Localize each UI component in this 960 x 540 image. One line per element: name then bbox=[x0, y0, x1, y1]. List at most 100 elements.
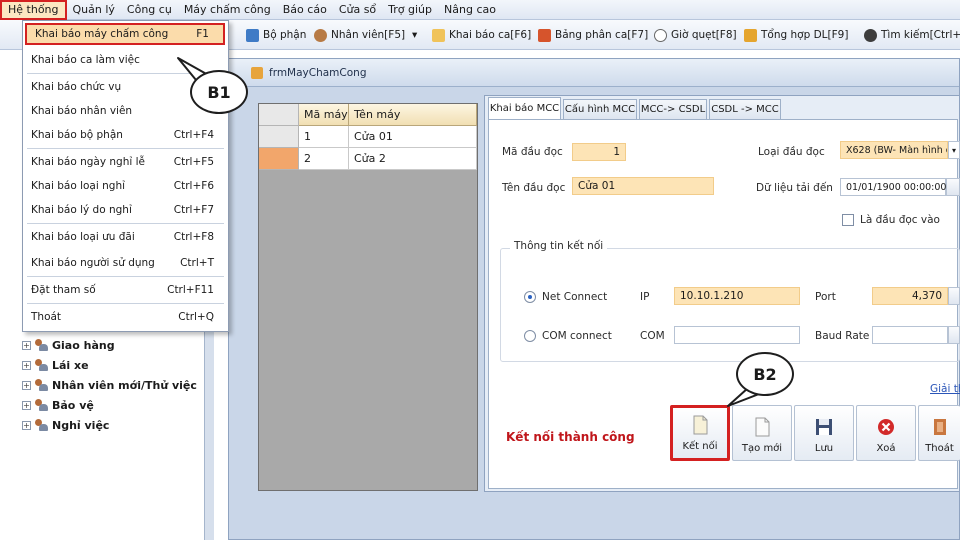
grid-cell-ten-may[interactable]: Cửa 2 bbox=[349, 148, 477, 170]
ten-dau-doc-label: Tên đầu đọc bbox=[502, 182, 566, 194]
search-icon bbox=[864, 28, 877, 42]
menu-nang-cao[interactable]: Nâng cao bbox=[438, 0, 502, 20]
menu-item-khai-bao-ca-lam-viec[interactable]: Khai báo ca làm việc bbox=[23, 49, 228, 71]
delete-button[interactable]: Xoá bbox=[856, 405, 916, 461]
toolbar-label: Bảng phân ca[F7] bbox=[555, 29, 649, 41]
device-grid: Mã máy Tên máy 1 Cửa 01 2 Cửa 2 bbox=[258, 103, 478, 491]
menu-item-khai-bao-ly-do-nghi[interactable]: Khai báo lý do nghỉ Ctrl+F7 bbox=[23, 199, 228, 221]
menu-item-khai-bao-ngay-nghi-le[interactable]: Khai báo ngày nghỉ lễ Ctrl+F5 bbox=[23, 151, 228, 173]
tree-item-nhan-vien-moi[interactable]: + Nhân viên mới/Thử việc bbox=[22, 376, 197, 394]
menu-item-shortcut: Ctrl+F7 bbox=[173, 204, 214, 216]
expand-icon[interactable]: + bbox=[22, 380, 31, 390]
ten-dau-doc-input[interactable]: Cửa 01 bbox=[572, 177, 714, 195]
tab-mcc-csdl[interactable]: MCC-> CSDL bbox=[639, 99, 707, 119]
net-connect-radio[interactable] bbox=[524, 291, 536, 303]
menu-item-shortcut: Ctrl+F5 bbox=[173, 156, 214, 168]
toolbar-nhan-vien-button[interactable]: Nhân viên[F5] bbox=[314, 26, 405, 44]
menu-item-khai-bao-bo-phan[interactable]: Khai báo bộ phận Ctrl+F4 bbox=[23, 124, 228, 146]
menu-item-thoat[interactable]: Thoát Ctrl+Q bbox=[23, 306, 228, 328]
expand-icon[interactable]: + bbox=[22, 400, 31, 410]
tab-cau-hinh-mcc[interactable]: Cấu hình MCC bbox=[563, 99, 637, 119]
row-indicator[interactable] bbox=[259, 126, 299, 148]
grid-corner bbox=[259, 104, 299, 126]
port-input[interactable]: 4,370 bbox=[872, 287, 948, 305]
menu-item-shortcut: Ctrl+F8 bbox=[173, 231, 214, 243]
connection-groupbox bbox=[500, 248, 960, 362]
ip-label: IP bbox=[640, 291, 650, 303]
group-icon bbox=[34, 339, 48, 351]
toolbar-khai-bao-ca-button[interactable]: Khai báo ca[F6] bbox=[432, 26, 531, 44]
menu-item-shortcut: Ctrl+Q bbox=[178, 311, 214, 323]
ma-dau-doc-label: Mã đầu đọc bbox=[502, 146, 563, 158]
menu-item-khai-bao-loai-nghi[interactable]: Khai báo loại nghỉ Ctrl+F6 bbox=[23, 175, 228, 197]
la-dau-doc-vao-checkbox[interactable] bbox=[842, 214, 854, 226]
com-input[interactable] bbox=[674, 326, 800, 344]
menu-tro-giup[interactable]: Trợ giúp bbox=[382, 0, 438, 20]
menu-quan-ly[interactable]: Quản lý bbox=[67, 0, 121, 20]
grid-cell-ma-may[interactable]: 1 bbox=[299, 126, 349, 148]
save-button[interactable]: Lưu bbox=[794, 405, 854, 461]
panel-splitter[interactable] bbox=[204, 310, 214, 540]
menu-item-khai-bao-loai-uu-dai[interactable]: Khai báo loại ưu đãi Ctrl+F8 bbox=[23, 226, 228, 248]
menu-may-cham-cong[interactable]: Máy chấm công bbox=[178, 0, 277, 20]
tree-item-lai-xe[interactable]: + Lái xe bbox=[22, 356, 89, 374]
menu-separator bbox=[27, 148, 224, 149]
date-spin-button[interactable] bbox=[946, 178, 960, 196]
loai-dau-doc-label: Loại đầu đọc bbox=[758, 146, 825, 158]
port-label: Port bbox=[815, 291, 836, 303]
menu-item-label: Khai báo người sử dụng bbox=[31, 257, 155, 269]
grid-cell-ten-may[interactable]: Cửa 01 bbox=[349, 126, 477, 148]
tree-item-bao-ve[interactable]: + Bảo vệ bbox=[22, 396, 94, 414]
expand-icon[interactable]: + bbox=[22, 420, 31, 430]
loai-dau-doc-select[interactable]: X628 (BW- Màn hình đ bbox=[840, 141, 948, 159]
du-lieu-tai-den-label: Dữ liệu tải đến bbox=[756, 182, 833, 194]
callout-b1: B1 bbox=[190, 70, 248, 114]
menu-item-khai-bao-nguoi-su-dung[interactable]: Khai báo người sử dụng Ctrl+T bbox=[23, 252, 228, 274]
row-indicator-selected[interactable] bbox=[259, 148, 299, 170]
toolbar-label: Tìm kiếm[Ctrl+ bbox=[881, 29, 960, 41]
menu-bao-cao[interactable]: Báo cáo bbox=[277, 0, 333, 20]
port-spin-button[interactable] bbox=[948, 287, 960, 305]
tree-item-label: Nghỉ việc bbox=[52, 418, 110, 432]
tree-item-label: Giao hàng bbox=[52, 338, 115, 352]
tree-item-giao-hang[interactable]: + Giao hàng bbox=[22, 336, 115, 354]
toolbar-bang-phan-ca-button[interactable]: Bảng phân ca[F7] bbox=[538, 26, 648, 44]
menu-item-dat-tham-so[interactable]: Đặt tham số Ctrl+F11 bbox=[23, 279, 228, 301]
toolbar-tim-kiem-button[interactable]: Tìm kiếm[Ctrl+ bbox=[864, 26, 960, 44]
toolbar-bo-phan-button[interactable]: Bộ phận bbox=[246, 26, 306, 44]
grid-header-ma-may[interactable]: Mã máy bbox=[299, 104, 349, 126]
tab-csdl-mcc[interactable]: CSDL -> MCC bbox=[709, 99, 781, 119]
menu-item-label: Khai báo ca làm việc bbox=[31, 54, 140, 66]
menu-separator bbox=[27, 73, 224, 74]
menu-item-label: Đặt tham số bbox=[31, 284, 96, 296]
ma-dau-doc-input[interactable]: 1 bbox=[572, 143, 626, 161]
ip-input[interactable]: 10.10.1.210 bbox=[674, 287, 800, 305]
menu-he-thong[interactable]: Hệ thống bbox=[0, 0, 67, 20]
new-button[interactable]: Tạo mới bbox=[732, 405, 792, 461]
tree-item-nghi-viec[interactable]: + Nghỉ việc bbox=[22, 416, 109, 434]
menu-item-khai-bao-may-cham-cong[interactable]: Khai báo máy chấm công F1 bbox=[25, 23, 225, 45]
expand-icon[interactable]: + bbox=[22, 340, 31, 350]
toolbar-gio-quet-button[interactable]: Giờ quẹt[F8] bbox=[654, 26, 737, 44]
chevron-down-icon: ▾ bbox=[412, 29, 418, 41]
group-icon bbox=[34, 399, 48, 411]
grid-header-ten-may[interactable]: Tên máy bbox=[349, 104, 477, 126]
grid-cell-ma-may[interactable]: 2 bbox=[299, 148, 349, 170]
menu-cua-so[interactable]: Cửa sổ bbox=[333, 0, 382, 20]
baud-spin-button[interactable] bbox=[948, 326, 960, 344]
expand-icon[interactable]: + bbox=[22, 360, 31, 370]
group-icon bbox=[34, 359, 48, 371]
exit-button[interactable]: Thoát bbox=[918, 405, 960, 461]
toolbar-dropdown-arrow[interactable]: ▾ bbox=[412, 26, 417, 44]
tab-khai-bao-mcc[interactable]: Khai báo MCC bbox=[488, 97, 561, 119]
toolbar-label: Tổng hợp DL[F9] bbox=[761, 29, 849, 41]
net-connect-label: Net Connect bbox=[542, 291, 608, 303]
du-lieu-tai-den-input[interactable]: 01/01/1900 00:00:00 bbox=[840, 178, 946, 196]
giai-thich-link[interactable]: Giải th bbox=[930, 383, 960, 395]
menu-cong-cu[interactable]: Công cụ bbox=[121, 0, 178, 20]
com-connect-radio[interactable] bbox=[524, 330, 536, 342]
connect-button[interactable]: Kết nối bbox=[670, 405, 730, 461]
chevron-down-icon[interactable]: ▾ bbox=[948, 141, 960, 159]
baud-rate-input[interactable] bbox=[872, 326, 948, 344]
toolbar-tong-hop-button[interactable]: Tổng hợp DL[F9] bbox=[744, 26, 848, 44]
